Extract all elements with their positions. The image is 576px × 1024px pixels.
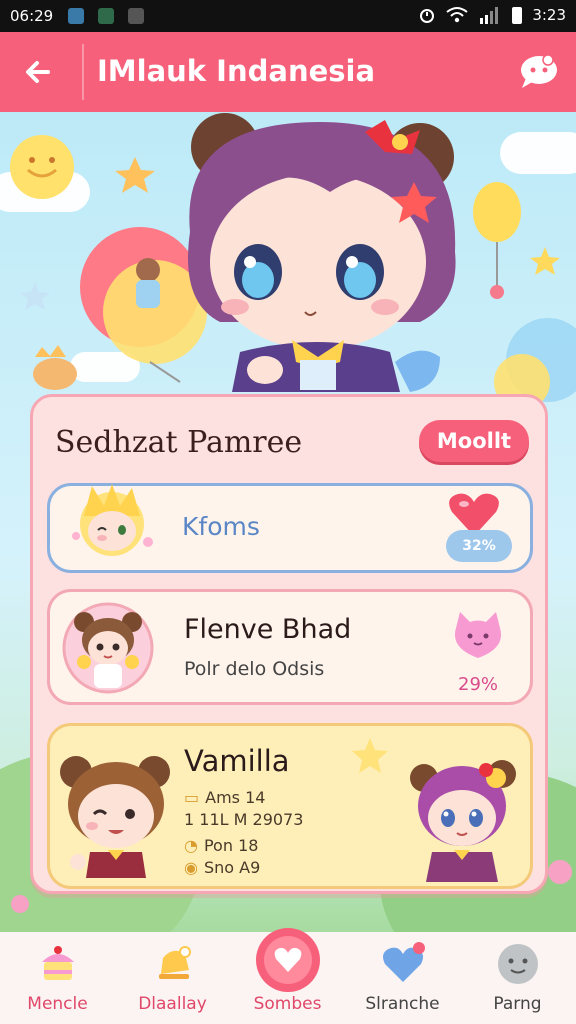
illustration-background: Sedhzat Pamree Moollt Kfoms 32% Flenve B… [0, 112, 576, 932]
detail-text: 1 11L M 29073 [184, 810, 304, 829]
flower-icon [11, 895, 29, 913]
status-bar: 06:29 3:23 [0, 0, 576, 32]
detail-text: Ams 14 [205, 788, 266, 807]
star-icon [352, 738, 388, 773]
app-bar: IMlauk Indanesia [0, 32, 576, 112]
blue-heart-icon [383, 942, 425, 982]
battery-icon [512, 6, 523, 24]
calendar-icon: ▭ [184, 788, 200, 807]
list-item-detail: 1 11L M 29073 [184, 810, 303, 829]
list-item-name: Flenve Bhad [184, 614, 352, 645]
content-panel: Sedhzat Pamree Moollt Kfoms 32% Flenve B… [30, 394, 548, 894]
list-item-detail: ◉ Sno A9 [184, 858, 260, 877]
chat-bubble-icon [521, 54, 557, 88]
signal-icon [480, 7, 499, 24]
alarm-icon [420, 9, 435, 23]
cake-icon [42, 946, 74, 980]
wifi-icon [446, 7, 468, 23]
list-item-percent: 29% [458, 674, 499, 695]
pin-icon: ◉ [184, 858, 198, 877]
nav-label: Sombes [253, 994, 322, 1014]
nav-item-parng[interactable]: Parng [460, 932, 575, 1024]
list-item[interactable]: Kfoms 32% [47, 483, 533, 573]
heart-icon [256, 928, 320, 992]
arrow-left-icon [26, 61, 50, 83]
panel-title: Sedhzat Pamree [55, 425, 303, 460]
face-icon [498, 944, 538, 984]
list-item-name: Vamilla [184, 744, 290, 778]
status-clock: 3:23 [532, 6, 566, 24]
list-item[interactable]: Vamilla ▭ Ams 14 1 11L M 29073 ◔ Pon 18 … [47, 723, 533, 889]
avatar [72, 484, 153, 556]
cat-face-icon [454, 612, 502, 658]
nav-item-dlaallay[interactable]: Dlaallay [115, 932, 230, 1024]
star-icon [530, 247, 560, 275]
avatar [60, 756, 170, 878]
character-illustration [188, 113, 456, 392]
list-item-detail: ◔ Pon 18 [184, 836, 258, 855]
clock-icon: ◔ [184, 836, 198, 855]
cake-icon [33, 358, 77, 390]
list-item-subtitle: Polr delo Odsis [184, 658, 325, 680]
avatar [410, 760, 516, 882]
balloon [473, 182, 521, 242]
star-icon [115, 157, 155, 193]
nav-item-sombes[interactable]: Sombes [230, 928, 345, 1024]
detail-text: Pon 18 [203, 836, 259, 855]
star-icon [20, 282, 50, 310]
status-badge: 32% [446, 530, 512, 562]
sun-icon [10, 135, 74, 199]
list-item-name: Kfoms [182, 512, 260, 541]
nav-label: Slranche [365, 994, 440, 1014]
flower-icon [548, 860, 572, 884]
nav-item-slranche[interactable]: Slranche [345, 932, 460, 1024]
nav-label: Parng [493, 994, 542, 1014]
android-notification-icon [98, 8, 114, 24]
page-title: IMlauk Indanesia [97, 54, 376, 88]
list-item-detail: ▭ Ams 14 [184, 788, 265, 807]
back-button[interactable] [16, 50, 60, 94]
nav-label: Mencle [27, 994, 88, 1014]
avatar [62, 602, 154, 694]
nav-label: Dlaallay [138, 994, 207, 1014]
app-bar-divider [82, 44, 84, 100]
sync-notification-icon [128, 8, 144, 24]
nav-item-mencle[interactable]: Mencle [0, 932, 115, 1024]
bell-icon [159, 946, 191, 979]
list-item[interactable]: Flenve Bhad Polr delo Odsis 29% [47, 589, 533, 705]
bottom-navigation: Mencle Dlaallay Sombes Slranche Parng [0, 928, 576, 1024]
chat-button[interactable] [518, 52, 560, 92]
detail-text: Sno A9 [203, 858, 261, 877]
gallery-notification-icon [68, 8, 84, 24]
status-time: 06:29 [10, 7, 54, 25]
panel-action-button[interactable]: Moollt [419, 420, 529, 462]
